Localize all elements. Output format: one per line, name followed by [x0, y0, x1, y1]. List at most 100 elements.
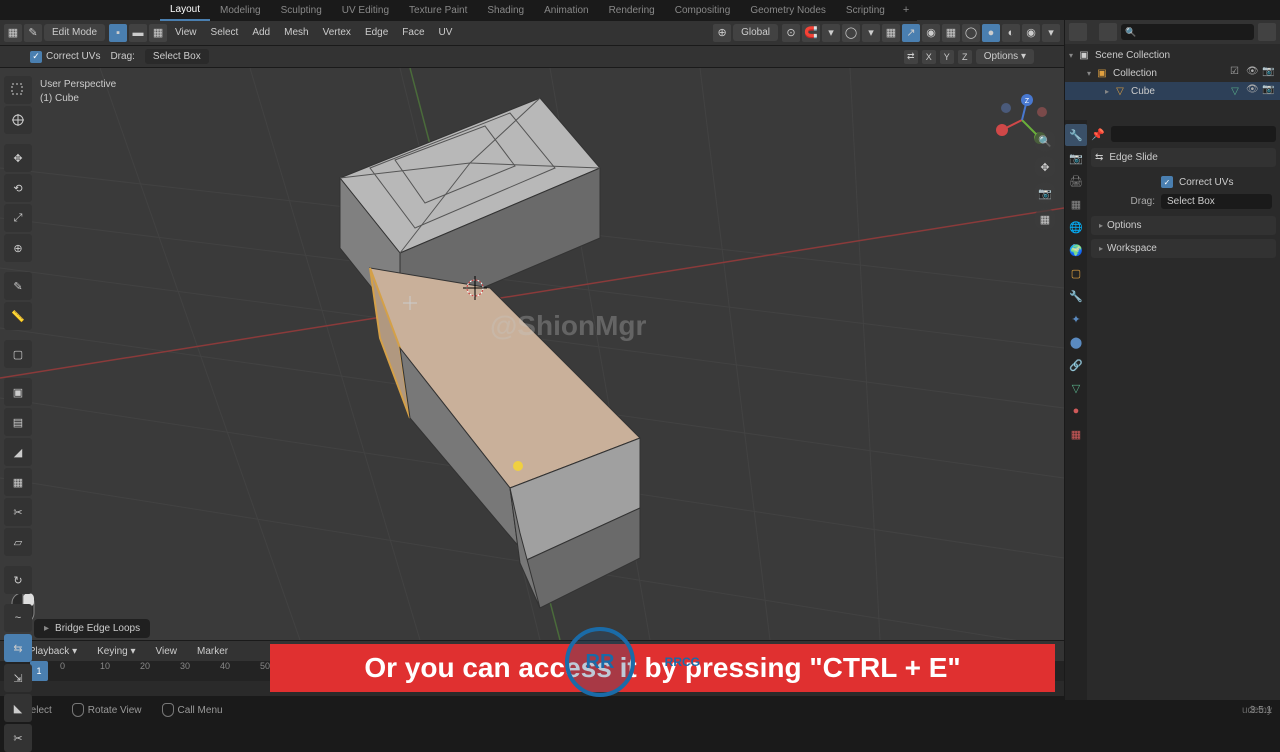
tool-spin[interactable]: ↻: [4, 566, 32, 594]
tab-scripting[interactable]: Scripting: [836, 1, 895, 20]
proportional-icon[interactable]: ◯: [842, 24, 860, 42]
drag-dropdown[interactable]: Select Box: [1161, 194, 1272, 209]
axis-x-button[interactable]: X: [922, 50, 936, 64]
snap-dropdown-icon[interactable]: ▾: [822, 24, 840, 42]
proportional-dropdown-icon[interactable]: ▾: [862, 24, 880, 42]
panel-workspace[interactable]: ▸ Workspace: [1091, 239, 1276, 258]
pivot-icon[interactable]: ⊙: [782, 24, 800, 42]
tab-uv-editing[interactable]: UV Editing: [332, 1, 399, 20]
prop-tab-physics[interactable]: ⬤: [1065, 331, 1087, 353]
current-frame-indicator[interactable]: 1: [30, 661, 48, 681]
axis-y-button[interactable]: Y: [940, 50, 954, 64]
prop-tab-data[interactable]: ▽: [1065, 377, 1087, 399]
menu-edge[interactable]: Edge: [359, 24, 394, 41]
tool-bevel[interactable]: ◢: [4, 438, 32, 466]
tool-rotate[interactable]: ⟲: [4, 174, 32, 202]
mode-icon[interactable]: ✎: [24, 24, 42, 42]
tool-knife[interactable]: ✂: [4, 498, 32, 526]
properties-search[interactable]: [1111, 126, 1276, 142]
prop-tab-viewlayer[interactable]: ▦: [1065, 193, 1087, 215]
nav-camera-icon[interactable]: 📷: [1034, 182, 1056, 204]
prop-correct-uvs[interactable]: ✓ Correct UVs: [1091, 173, 1276, 191]
last-operator-panel[interactable]: ▸ Bridge Edge Loops: [34, 619, 150, 638]
menu-select[interactable]: Select: [205, 24, 245, 41]
tab-rendering[interactable]: Rendering: [599, 1, 665, 20]
tool-rip[interactable]: ✂: [4, 724, 32, 752]
outliner-display-mode-icon[interactable]: [1069, 23, 1087, 41]
axis-z-button[interactable]: Z: [958, 50, 972, 64]
prop-tab-constraint[interactable]: 🔗: [1065, 354, 1087, 376]
edge-select-icon[interactable]: ▬: [129, 24, 147, 42]
prop-tab-tool[interactable]: 🔧: [1065, 124, 1087, 146]
tab-layout[interactable]: Layout: [160, 0, 210, 21]
timeline-keying[interactable]: Keying ▾: [91, 644, 141, 659]
mesh-edit-mode-icon[interactable]: ▦: [882, 24, 900, 42]
menu-add[interactable]: Add: [246, 24, 276, 41]
tool-edge-slide[interactable]: ⇆: [4, 634, 32, 662]
tab-texture-paint[interactable]: Texture Paint: [399, 1, 477, 20]
tab-sculpting[interactable]: Sculpting: [271, 1, 332, 20]
mirror-icon[interactable]: ⇄: [904, 50, 918, 64]
tool-smooth[interactable]: ~: [4, 604, 32, 632]
prop-tab-object[interactable]: ▢: [1065, 262, 1087, 284]
drag-mode-dropdown[interactable]: Select Box: [145, 49, 209, 64]
shading-solid-icon[interactable]: ●: [982, 24, 1000, 42]
shading-material-icon[interactable]: ◐: [1002, 24, 1020, 42]
toggle-render-icon[interactable]: 📷: [1262, 84, 1276, 98]
prop-tab-material[interactable]: ●: [1065, 400, 1087, 422]
prop-tab-scene[interactable]: 🌐: [1065, 216, 1087, 238]
prop-tab-particles[interactable]: ✦: [1065, 308, 1087, 330]
3d-viewport[interactable]: User Perspective (1) Cube: [0, 68, 1064, 640]
orientation-icon[interactable]: ⊕: [713, 24, 731, 42]
tab-geometry-nodes[interactable]: Geometry Nodes: [740, 1, 836, 20]
outliner-collection[interactable]: ▾ ▣ Collection ☑ 👁 📷: [1065, 64, 1280, 82]
options-dropdown[interactable]: Options ▾: [976, 49, 1034, 64]
expand-icon[interactable]: ▸: [1105, 87, 1109, 96]
prop-tab-world[interactable]: 🌍: [1065, 239, 1087, 261]
prop-tab-output[interactable]: 🖨: [1065, 170, 1087, 192]
tab-animation[interactable]: Animation: [534, 1, 598, 20]
timeline-view[interactable]: View: [150, 644, 184, 659]
outliner-search[interactable]: 🔍: [1121, 24, 1254, 40]
shading-rendered-icon[interactable]: ◉: [1022, 24, 1040, 42]
tool-transform[interactable]: ⊕: [4, 234, 32, 262]
tool-poly-build[interactable]: ▱: [4, 528, 32, 556]
outliner-cube[interactable]: ▸ ▽ Cube ▽ 👁 📷: [1065, 82, 1280, 100]
prop-tab-render[interactable]: 📷: [1065, 147, 1087, 169]
correct-uvs-checkbox[interactable]: ✓ Correct UVs: [30, 51, 100, 63]
tool-shrink[interactable]: ⇲: [4, 664, 32, 692]
tool-move[interactable]: ✥: [4, 144, 32, 172]
toggle-visibility-icon[interactable]: 👁: [1246, 66, 1260, 80]
vertex-select-icon[interactable]: ▪: [109, 24, 127, 42]
tool-measure[interactable]: 📏: [4, 302, 32, 330]
tool-scale[interactable]: ⤢: [4, 204, 32, 232]
mode-dropdown[interactable]: Edit Mode: [44, 24, 105, 41]
editor-type-icon[interactable]: ▦: [4, 24, 22, 42]
orientation-dropdown[interactable]: Global: [733, 24, 778, 41]
shading-wireframe-icon[interactable]: ◯: [962, 24, 980, 42]
expand-icon[interactable]: ▾: [1069, 51, 1073, 60]
tool-cursor[interactable]: [4, 106, 32, 134]
tool-extrude[interactable]: ▣: [4, 378, 32, 406]
overlay-icon[interactable]: ◉: [922, 24, 940, 42]
nav-ortho-icon[interactable]: ▦: [1034, 208, 1056, 230]
tool-loop-cut[interactable]: ▦: [4, 468, 32, 496]
tool-shear[interactable]: ◣: [4, 694, 32, 722]
shading-dropdown-icon[interactable]: ▾: [1042, 24, 1060, 42]
face-select-icon[interactable]: ▦: [149, 24, 167, 42]
tab-shading[interactable]: Shading: [477, 1, 534, 20]
expand-icon[interactable]: ▾: [1087, 69, 1091, 78]
toggle-render-icon[interactable]: 📷: [1262, 66, 1276, 80]
menu-uv[interactable]: UV: [433, 24, 459, 41]
gizmo-icon[interactable]: ↗: [902, 24, 920, 42]
tab-add-button[interactable]: +: [895, 0, 917, 20]
nav-zoom-icon[interactable]: 🔍: [1034, 130, 1056, 152]
menu-face[interactable]: Face: [396, 24, 430, 41]
prop-tab-texture[interactable]: ▦: [1065, 423, 1087, 445]
tool-add-cube[interactable]: ▢: [4, 340, 32, 368]
tab-compositing[interactable]: Compositing: [665, 1, 741, 20]
snap-icon[interactable]: 🧲: [802, 24, 820, 42]
prop-tab-modifier[interactable]: 🔧: [1065, 285, 1087, 307]
outliner-view-icon[interactable]: [1099, 23, 1117, 41]
timeline-marker[interactable]: Marker: [191, 644, 234, 659]
